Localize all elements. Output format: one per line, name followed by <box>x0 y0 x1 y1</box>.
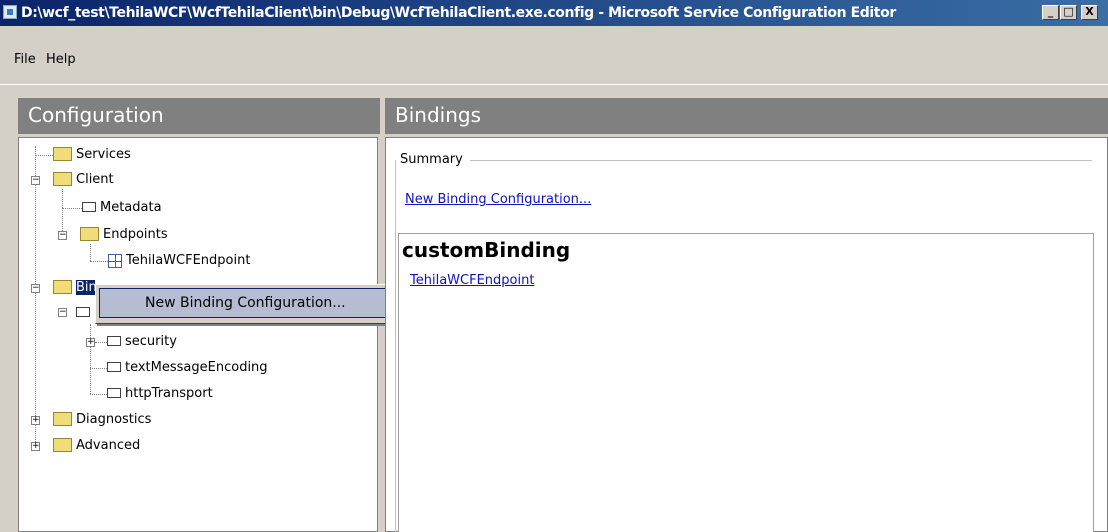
context-menu-new-binding[interactable]: New Binding Configuration... <box>99 288 387 318</box>
folder-icon <box>53 411 72 426</box>
bindings-header: Bindings <box>385 98 1108 134</box>
endpoint-icon <box>108 253 122 268</box>
tree-label: Client <box>76 172 114 187</box>
summary-label: Summary <box>400 152 469 167</box>
menu-bar: File Help <box>0 26 1108 85</box>
tree-label: Bindings <box>76 280 95 295</box>
configuration-title: Configuration <box>28 103 164 127</box>
tree-item-diagnostics[interactable]: Diagnostics <box>53 409 151 431</box>
tree-line <box>62 208 82 209</box>
tree-line <box>90 394 107 395</box>
tree-line <box>35 155 53 156</box>
tree-label: Advanced <box>76 438 141 453</box>
configuration-header: Configuration <box>18 98 380 134</box>
binding-configuration-link[interactable]: TehilaWCFEndpoint <box>410 273 534 288</box>
tree-item-client[interactable]: Client <box>53 169 114 191</box>
tree-item-services[interactable]: Services <box>53 144 131 166</box>
collapse-icon[interactable]: − <box>58 231 67 240</box>
element-icon <box>107 335 121 346</box>
new-binding-configuration-link[interactable]: New Binding Configuration... <box>405 192 591 207</box>
window-title: D:\wcf_test\TehilaWCF\WcfTehilaClient\bi… <box>21 5 896 21</box>
binding-type-heading: customBinding <box>402 238 571 262</box>
context-menu: New Binding Configuration... <box>95 284 393 324</box>
tree-line <box>35 146 36 446</box>
window-titlebar[interactable]: D:\wcf_test\TehilaWCF\WcfTehilaClient\bi… <box>0 0 1108 26</box>
collapse-icon[interactable]: − <box>31 176 40 185</box>
configuration-tree[interactable] <box>18 137 378 532</box>
bindings-title: Bindings <box>395 103 481 127</box>
tree-item-text-message-encoding[interactable]: textMessageEncoding <box>107 357 268 379</box>
tree-item-metadata[interactable]: Metadata <box>82 197 162 219</box>
folder-icon <box>80 226 99 241</box>
element-icon <box>82 201 96 212</box>
close-button[interactable]: X <box>1081 5 1098 20</box>
tree-line <box>90 324 91 394</box>
tree-label: Metadata <box>100 200 162 215</box>
folder-icon <box>53 279 72 294</box>
tree-line <box>90 261 108 262</box>
menu-file[interactable]: File <box>14 52 36 67</box>
folder-icon <box>53 437 72 452</box>
tree-label: Diagnostics <box>76 412 152 427</box>
element-icon <box>107 387 121 398</box>
tree-item-http-transport[interactable]: httpTransport <box>107 383 213 405</box>
expand-icon[interactable]: + <box>31 442 40 451</box>
tree-label: Endpoints <box>103 227 168 242</box>
tree-item-security[interactable]: security <box>107 331 177 353</box>
app-config-icon <box>3 5 17 19</box>
menu-help[interactable]: Help <box>46 52 76 67</box>
folder-icon <box>53 146 72 161</box>
binding-icon <box>76 307 90 317</box>
expand-icon[interactable]: + <box>86 338 95 347</box>
element-icon <box>107 361 121 372</box>
maximize-button[interactable]: □ <box>1060 5 1077 20</box>
tree-item-endpoints[interactable]: Endpoints <box>80 224 168 246</box>
collapse-icon[interactable]: − <box>31 284 40 293</box>
minimize-button[interactable]: _ <box>1042 5 1059 20</box>
tree-item-advanced[interactable]: Advanced <box>53 435 140 457</box>
tree-line <box>90 244 91 261</box>
tree-line <box>90 368 107 369</box>
folder-icon <box>53 171 72 186</box>
tree-label: httpTransport <box>125 386 213 401</box>
tree-line <box>95 342 107 343</box>
tree-label: Services <box>76 147 131 162</box>
tree-label: textMessageEncoding <box>125 360 268 375</box>
tree-line <box>62 189 63 208</box>
expand-icon[interactable]: + <box>31 416 40 425</box>
summary-group-line <box>470 160 1092 161</box>
tree-label: TehilaWCFEndpoint <box>126 253 251 268</box>
tree-item-bindings[interactable]: Bindings <box>53 277 95 299</box>
collapse-icon[interactable]: − <box>58 308 67 317</box>
tree-label: security <box>125 334 177 349</box>
tree-item-tehila-endpoint[interactable]: TehilaWCFEndpoint <box>108 250 250 272</box>
